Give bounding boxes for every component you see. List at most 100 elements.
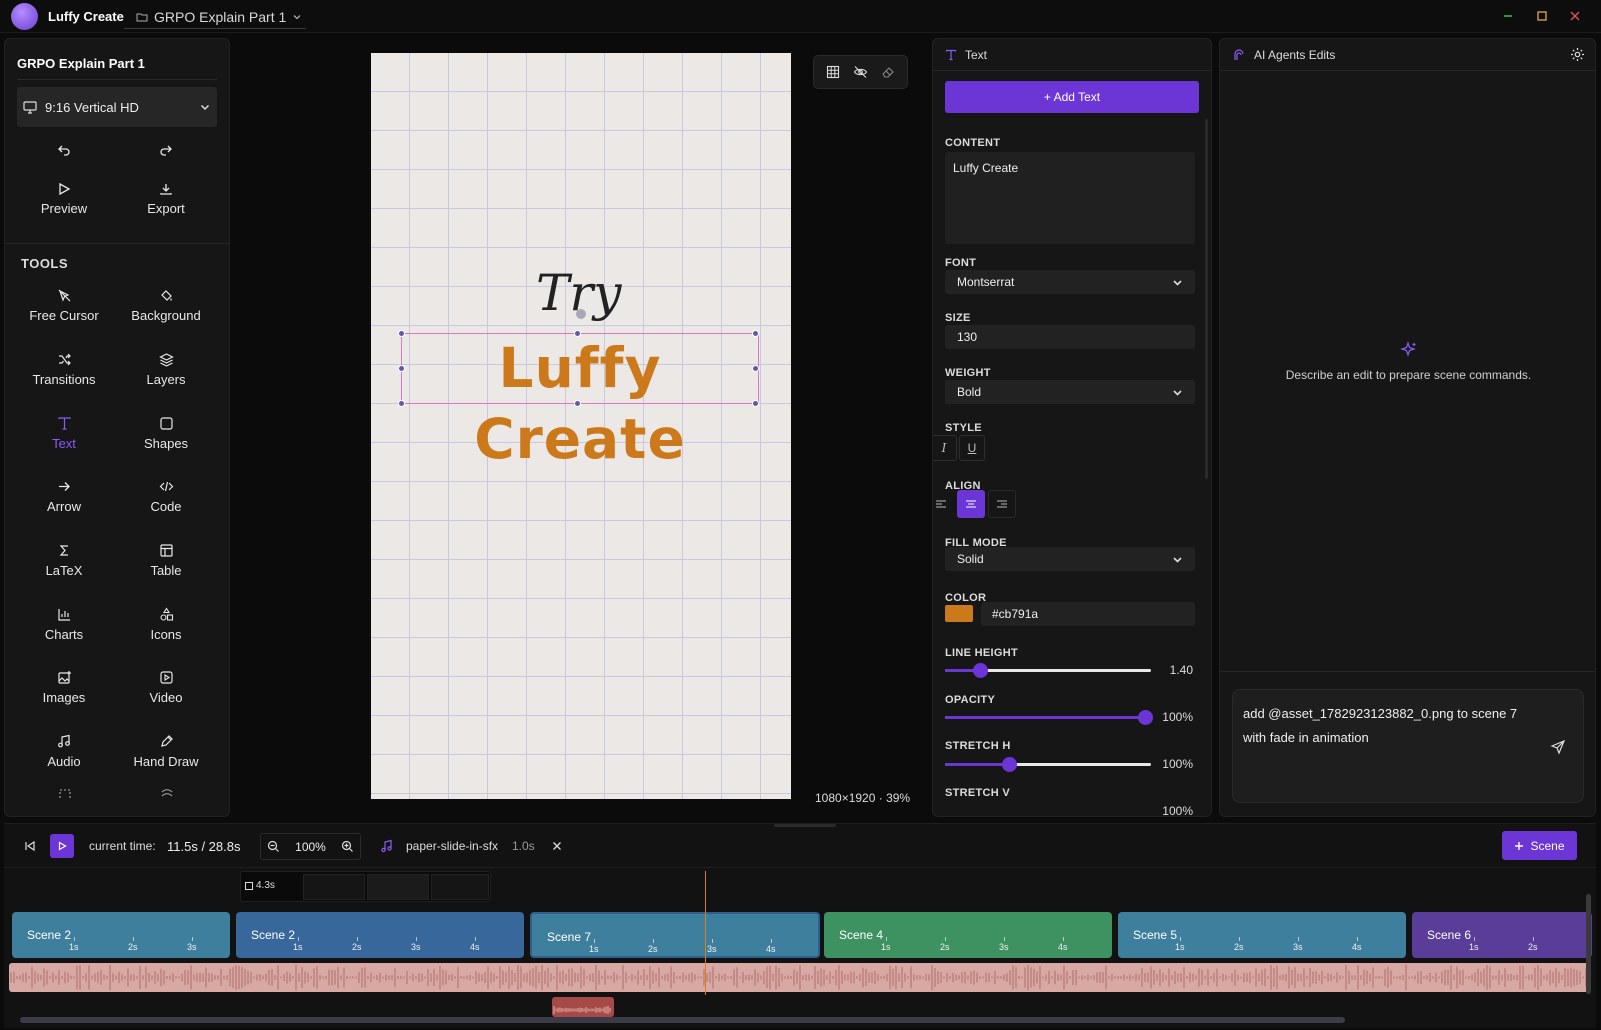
tool-label: Table <box>150 563 182 578</box>
sfx-clip[interactable] <box>552 997 614 1017</box>
align-left-button[interactable] <box>933 490 955 518</box>
selection-box[interactable] <box>398 330 759 407</box>
export-button[interactable]: Export <box>116 182 216 216</box>
tool-code[interactable]: Code <box>116 479 216 514</box>
tool-transitions[interactable]: Transitions <box>14 352 114 387</box>
more-tools-icon[interactable] <box>160 788 174 798</box>
resize-handle[interactable] <box>398 365 405 372</box>
align-center-button[interactable] <box>957 490 985 518</box>
scene-block[interactable]: Scene 2 1s 2s 3s <box>12 912 230 958</box>
play-button[interactable] <box>50 834 74 858</box>
grid-toggle-icon[interactable] <box>826 65 840 79</box>
remove-audio-button[interactable] <box>552 824 562 868</box>
tool-free-cursor[interactable]: Free Cursor <box>14 288 114 323</box>
music-icon <box>14 734 114 749</box>
resize-handle[interactable] <box>752 400 759 407</box>
resolution-select[interactable]: 9:16 Vertical HD <box>17 87 217 127</box>
italic-button[interactable]: I <box>933 435 957 461</box>
ai-prompt-input[interactable]: add @asset_1782923123882_0.png to scene … <box>1232 689 1584 803</box>
add-scene-button[interactable]: Scene <box>1502 831 1577 860</box>
skip-back-button[interactable] <box>24 824 36 868</box>
playhead[interactable] <box>705 871 706 995</box>
slider-knob[interactable] <box>1137 710 1153 725</box>
scene-block[interactable]: Scene 6 1s 2s <box>1412 912 1592 958</box>
opacity-slider[interactable] <box>945 710 1153 725</box>
close-window-button[interactable] <box>1567 8 1583 24</box>
ai-agent-icon <box>1232 48 1246 62</box>
resize-handle[interactable] <box>574 330 581 337</box>
scene-block[interactable]: Scene 7 1s 2s 3s 4s <box>530 912 820 958</box>
content-textarea[interactable]: Luffy Create <box>945 152 1195 244</box>
preview-button[interactable]: Preview <box>14 182 114 216</box>
eye-off-icon[interactable] <box>853 65 868 79</box>
stretch-v-value: 100% <box>1162 804 1193 817</box>
timeline: current time: 11.5s / 28.8s 100% paper-s… <box>4 823 1596 1028</box>
tool-charts[interactable]: Charts <box>14 607 114 642</box>
eraser-icon[interactable] <box>881 65 895 79</box>
underline-button[interactable]: U <box>959 435 985 461</box>
resize-handle[interactable] <box>752 365 759 372</box>
color-swatch[interactable] <box>945 605 973 622</box>
audio-track[interactable] <box>9 963 1589 992</box>
rotate-handle[interactable] <box>576 309 586 319</box>
resize-handle[interactable] <box>398 330 405 337</box>
scene-block[interactable]: Scene 4 1s 2s 3s 4s <box>824 912 1112 958</box>
zoom-out-icon[interactable] <box>267 840 280 853</box>
select-area-icon[interactable] <box>58 788 72 798</box>
add-text-button[interactable]: + Add Text <box>945 81 1199 113</box>
slider-knob[interactable] <box>1001 757 1017 772</box>
resize-handle[interactable] <box>398 400 405 407</box>
maximize-button[interactable] <box>1534 8 1550 24</box>
slider-knob[interactable] <box>973 663 989 678</box>
timeline-vertical-scrollbar[interactable] <box>1586 894 1591 994</box>
music-icon <box>380 824 394 868</box>
resize-handle[interactable] <box>574 400 581 407</box>
scene-block[interactable]: Scene 2 1s 2s 3s 4s <box>236 912 524 958</box>
tool-arrow[interactable]: Arrow <box>14 479 114 514</box>
tool-table[interactable]: Table <box>116 543 216 578</box>
canvas-info: 1080×1920 · 39% <box>815 791 911 805</box>
project-tab[interactable]: GRPO Explain Part 1 <box>124 5 306 29</box>
minimize-button[interactable] <box>1500 8 1516 24</box>
tool-latex[interactable]: LaTeX <box>14 543 114 578</box>
media-clip[interactable]: 4.3s <box>240 871 491 902</box>
redo-button[interactable] <box>116 143 216 157</box>
folder-icon <box>136 11 148 23</box>
panel-header: Text <box>933 39 1211 71</box>
scene-block[interactable]: Scene 5 1s 2s 3s 4s <box>1118 912 1406 958</box>
opacity-value: 100% <box>1162 710 1193 724</box>
align-right-button[interactable] <box>988 490 1016 518</box>
tool-shapes[interactable]: Shapes <box>116 416 216 451</box>
resize-handle[interactable] <box>752 330 759 337</box>
timeline-horizontal-scrollbar[interactable] <box>20 1017 1345 1023</box>
tool-audio[interactable]: Audio <box>14 734 114 769</box>
tool-layers[interactable]: Layers <box>116 352 216 387</box>
panel-scrollbar[interactable] <box>1205 119 1208 479</box>
tool-background[interactable]: Background <box>116 288 216 323</box>
size-input[interactable]: 130 <box>945 325 1195 349</box>
send-button[interactable] <box>1550 739 1566 755</box>
tool-video[interactable]: Video <box>116 670 216 705</box>
tool-text[interactable]: Text <box>14 416 114 451</box>
scene-canvas[interactable]: Try Luffy Create <box>371 53 791 799</box>
sparkles-icon <box>1220 341 1595 359</box>
undo-button[interactable] <box>14 143 114 157</box>
tool-icons[interactable]: Icons <box>116 607 216 642</box>
table-icon <box>116 543 216 558</box>
project-tab-label: GRPO Explain Part 1 <box>154 8 287 25</box>
weight-select[interactable]: Bold <box>945 380 1195 404</box>
line-height-slider[interactable] <box>945 663 1151 678</box>
zoom-in-icon[interactable] <box>341 840 354 853</box>
fill-mode-select[interactable]: Solid <box>945 547 1195 571</box>
font-select[interactable]: Montserrat <box>945 270 1195 294</box>
settings-button[interactable] <box>1570 47 1585 62</box>
align-left-icon <box>935 499 947 509</box>
tool-images[interactable]: Images <box>14 670 114 705</box>
audio-waveform <box>10 964 1587 991</box>
tool-hand-draw[interactable]: Hand Draw <box>116 734 216 769</box>
scene-tick-label: 2s <box>1528 937 1538 952</box>
scene-tick-label: 2s <box>352 937 362 952</box>
color-input[interactable]: #cb791a <box>981 602 1195 626</box>
scene-tick-label: 3s <box>707 939 717 954</box>
stretch-h-slider[interactable] <box>945 757 1151 772</box>
